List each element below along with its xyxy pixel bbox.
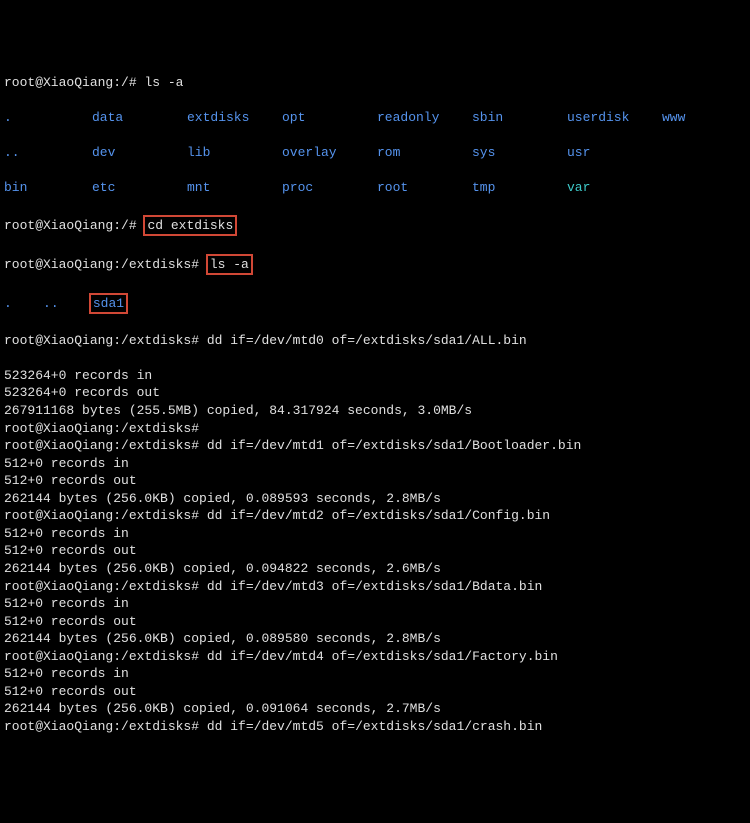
records-out: 512+0 records out (4, 613, 746, 631)
line-ls-root: root@XiaoQiang:/# ls -a (4, 74, 746, 92)
records-out: 512+0 records out (4, 542, 746, 560)
bytes-line: 262144 bytes (256.0KB) copied, 0.089593 … (4, 490, 746, 508)
command-text: ls -a (144, 75, 183, 90)
bytes-line: 262144 bytes (256.0KB) copied, 0.089580 … (4, 630, 746, 648)
dir-entry: lib (187, 144, 282, 162)
dir-entry: . (4, 296, 12, 311)
bytes-line: 267911168 bytes (255.5MB) copied, 84.317… (4, 402, 746, 420)
ls-ext-row: . .. sda1 (4, 293, 746, 315)
shell-prompt: root@XiaoQiang:/extdisks# (4, 257, 207, 272)
dir-entry: data (92, 109, 187, 127)
dir-entry: proc (282, 179, 377, 197)
dir-entry: etc (92, 179, 187, 197)
dd-command-line: root@XiaoQiang:/extdisks# dd if=/dev/mtd… (4, 718, 746, 736)
dd-command-line: root@XiaoQiang:/extdisks# dd if=/dev/mtd… (4, 648, 746, 666)
dir-entry: overlay (282, 144, 377, 162)
dir-entry: sys (472, 144, 567, 162)
ls-row-3: binetcmntprocroottmpvar (4, 179, 746, 197)
dir-entry: dev (92, 144, 187, 162)
records-out: 523264+0 records out (4, 384, 746, 402)
dd-command-line: root@XiaoQiang:/extdisks# dd if=/dev/mtd… (4, 507, 746, 525)
empty-prompt-line: root@XiaoQiang:/extdisks# (4, 420, 746, 438)
command-text: dd if=/dev/mtd3 of=/extdisks/sda1/Bdata.… (207, 579, 542, 594)
shell-prompt: root@XiaoQiang:/# (4, 75, 144, 90)
dir-entry: .. (4, 144, 92, 162)
dir-entry: bin (4, 179, 92, 197)
dir-entry: sda1 (93, 296, 124, 311)
records-out: 512+0 records out (4, 683, 746, 701)
shell-prompt: root@XiaoQiang:/extdisks# (4, 719, 207, 734)
dd-command-line: root@XiaoQiang:/extdisks# dd if=/dev/mtd… (4, 437, 746, 455)
records-out: 512+0 records out (4, 472, 746, 490)
command-text: cd extdisks (147, 218, 233, 233)
bytes-line: 262144 bytes (256.0KB) copied, 0.091064 … (4, 700, 746, 718)
dir-entry: readonly (377, 109, 472, 127)
dir-entry: userdisk (567, 109, 662, 127)
dir-entry: sbin (472, 109, 567, 127)
highlight-box: sda1 (89, 293, 128, 315)
command-text: dd if=/dev/mtd2 of=/extdisks/sda1/Config… (207, 508, 550, 523)
dir-entry: . (4, 109, 92, 127)
command-text: dd if=/dev/mtd0 of=/extdisks/sda1/ALL.bi… (207, 333, 527, 348)
ls-row-1: .dataextdisksoptreadonlysbinuserdiskwww (4, 109, 746, 127)
dir-entry: var (567, 179, 662, 197)
highlight-box: ls -a (206, 254, 253, 276)
records-in: 512+0 records in (4, 525, 746, 543)
shell-prompt: root@XiaoQiang:/extdisks# (4, 579, 207, 594)
records-in: 512+0 records in (4, 595, 746, 613)
records-in: 512+0 records in (4, 455, 746, 473)
command-text: dd if=/dev/mtd4 of=/extdisks/sda1/Factor… (207, 649, 558, 664)
command-text: ls -a (210, 257, 249, 272)
shell-prompt: root@XiaoQiang:/extdisks# (4, 649, 207, 664)
bytes-line: 262144 bytes (256.0KB) copied, 0.094822 … (4, 560, 746, 578)
dir-entry: usr (567, 144, 662, 162)
dir-entry: extdisks (187, 109, 282, 127)
command-text: dd if=/dev/mtd1 of=/extdisks/sda1/Bootlo… (207, 438, 581, 453)
shell-prompt: root@XiaoQiang:/extdisks# (4, 333, 207, 348)
dir-entry: .. (43, 296, 59, 311)
dir-entry: mnt (187, 179, 282, 197)
dir-entry: rom (377, 144, 472, 162)
shell-prompt: root@XiaoQiang:/extdisks# (4, 438, 207, 453)
dd-command-line: root@XiaoQiang:/extdisks# dd if=/dev/mtd… (4, 578, 746, 596)
dd-command-line: root@XiaoQiang:/extdisks# dd if=/dev/mtd… (4, 332, 746, 350)
command-text: dd if=/dev/mtd5 of=/extdisks/sda1/crash.… (207, 719, 542, 734)
line-ls-ext: root@XiaoQiang:/extdisks# ls -a (4, 254, 746, 276)
records-in: 523264+0 records in (4, 367, 746, 385)
shell-prompt: root@XiaoQiang:/# (4, 218, 144, 233)
blank-line (4, 349, 746, 367)
shell-prompt: root@XiaoQiang:/extdisks# (4, 508, 207, 523)
highlight-box: cd extdisks (143, 215, 237, 237)
dir-entry: root (377, 179, 472, 197)
records-in: 512+0 records in (4, 665, 746, 683)
dir-entry: opt (282, 109, 377, 127)
line-cd: root@XiaoQiang:/# cd extdisks (4, 215, 746, 237)
ls-row-2: ..devliboverlayromsysusr (4, 144, 746, 162)
dir-entry: tmp (472, 179, 567, 197)
dir-entry: www (662, 109, 750, 127)
